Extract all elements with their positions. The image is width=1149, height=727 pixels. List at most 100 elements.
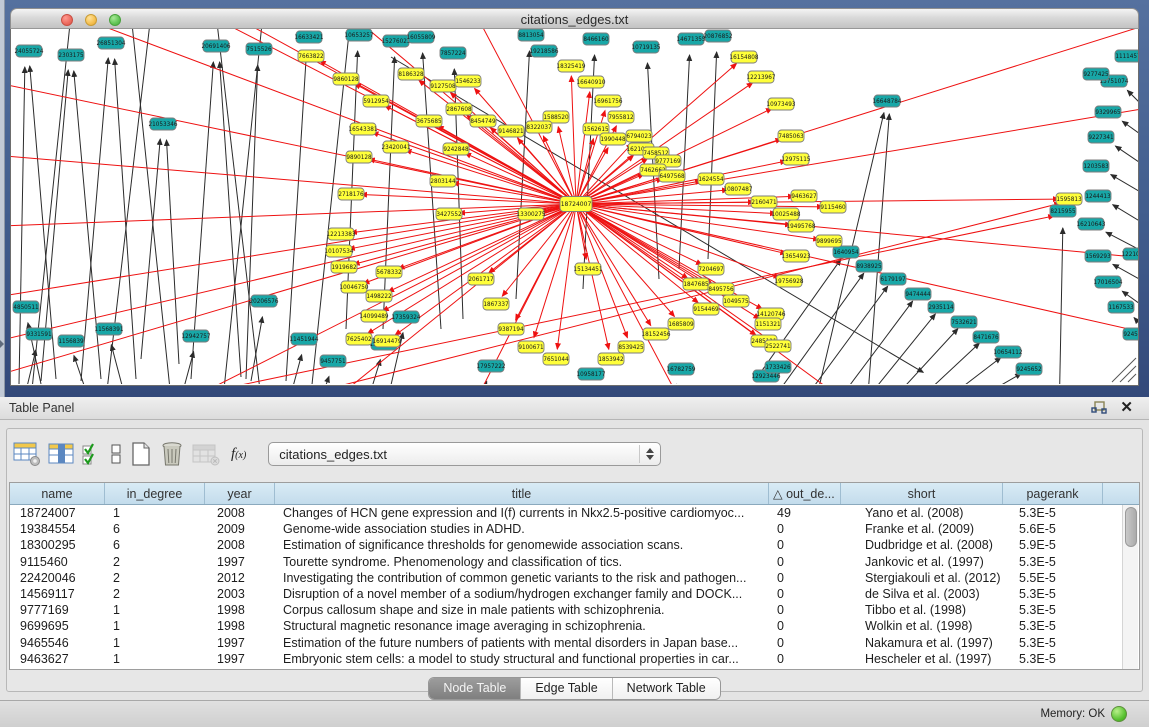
graph-node-selected[interactable]: 12213383	[327, 228, 356, 240]
scrollbar-thumb[interactable]	[1125, 507, 1137, 547]
graph-node[interactable]: 1733426	[765, 361, 791, 373]
graph-node-selected[interactable]: 23420041	[382, 141, 411, 153]
graph-node-selected[interactable]: 16154808	[730, 51, 759, 63]
graph-node-selected[interactable]: 8454749	[470, 115, 496, 127]
graph-node-selected[interactable]: 19495768	[787, 220, 816, 232]
graph-node[interactable]: 1111457	[1115, 50, 1138, 62]
graph-node[interactable]: 9227341	[1088, 131, 1114, 143]
table-row[interactable]: 946362711997Embryonic stem cells: a mode…	[10, 651, 1139, 667]
graph-node-selected[interactable]: 8495756	[708, 283, 734, 295]
graph-node-selected[interactable]: 2061717	[468, 273, 494, 285]
graph-node-selected[interactable]: 10025488	[772, 208, 801, 220]
table-row[interactable]: 1830029562008Estimation of significance …	[10, 537, 1139, 553]
network-canvas[interactable]: 2405572423031752685130420691406210533467…	[10, 29, 1139, 386]
collapsed-control-panel[interactable]	[0, 0, 5, 397]
graph-node-selected[interactable]: 9154469	[693, 303, 719, 315]
graph-node[interactable]: 17957222	[477, 360, 506, 372]
graph-node[interactable]: 20206576	[250, 295, 279, 307]
panel-expand-arrow-icon[interactable]	[0, 340, 4, 348]
graph-node-selected[interactable]: 2803144	[430, 175, 456, 187]
graph-node-selected[interactable]: 18325419	[557, 60, 586, 72]
graph-node[interactable]: 7532621	[951, 316, 977, 328]
graph-node[interactable]: 9329965	[1095, 106, 1121, 118]
graph-node[interactable]: 20876852	[704, 30, 733, 42]
graph-node-selected[interactable]: 12213967	[747, 71, 776, 83]
graph-node-selected[interactable]: 15134451	[574, 263, 603, 275]
graph-node-selected[interactable]: 9242848	[443, 143, 469, 155]
graph-node[interactable]: 24055724	[15, 45, 44, 57]
graph-node-selected[interactable]: 7663822	[298, 50, 324, 62]
graph-node-selected[interactable]: 2867608	[446, 103, 472, 115]
graph-node-selected[interactable]: 7625402	[346, 333, 372, 345]
table-source-select[interactable]: citations_edges.txt	[268, 442, 661, 466]
graph-node-selected[interactable]: 5912954	[363, 95, 389, 107]
tab-node-table[interactable]: Node Table	[429, 678, 520, 699]
row-height-icon[interactable]	[109, 440, 123, 468]
graph-node-selected[interactable]: 7485063	[778, 130, 804, 142]
graph-node[interactable]: 14671355	[677, 33, 706, 45]
graph-node-selected[interactable]: 3427552	[436, 208, 462, 220]
graph-node[interactable]: 12942757	[182, 330, 211, 342]
graph-node[interactable]: 8813054	[518, 29, 544, 41]
graph-node[interactable]: 9277425	[1083, 68, 1109, 80]
graph-node-selected[interactable]: 16640910	[577, 76, 606, 88]
graph-node[interactable]: 10958177	[577, 368, 606, 380]
graph-node-selected[interactable]: 9890128	[346, 151, 372, 163]
graph-node[interactable]: 26851304	[97, 37, 126, 49]
graph-node-selected[interactable]: 16914479	[373, 335, 402, 347]
graph-node-selected[interactable]: 1919682	[331, 261, 357, 273]
table-row[interactable]: 1938455462009Genome-wide association stu…	[10, 521, 1139, 537]
graph-node[interactable]: 10719135	[632, 41, 661, 53]
graph-node[interactable]: 21053346	[149, 118, 178, 130]
graph-node-selected[interactable]: 9127508	[430, 80, 456, 92]
graph-node[interactable]: 7857224	[440, 47, 466, 59]
graph-node-selected[interactable]: 6794023	[626, 130, 652, 142]
graph-node[interactable]: 8938925	[856, 260, 882, 272]
graph-node[interactable]: 8471676	[973, 331, 999, 343]
graph-node-selected[interactable]: 8539425	[618, 341, 644, 353]
graph-node-selected[interactable]: 9100671	[518, 341, 544, 353]
graph-node[interactable]: 16782759	[667, 363, 696, 375]
graph-node-selected[interactable]: 9860128	[333, 73, 359, 85]
close-panel-icon[interactable]: ✕	[1120, 399, 1133, 417]
new-table-icon[interactable]	[129, 440, 153, 468]
graph-node-selected[interactable]: 1624554	[698, 173, 724, 185]
graph-node-selected[interactable]: 7651044	[543, 353, 569, 365]
graph-node-selected[interactable]: 9387194	[498, 323, 524, 335]
graph-node[interactable]: 2935114	[928, 301, 954, 313]
function-builder-icon[interactable]: f(x)	[227, 440, 252, 468]
table-row[interactable]: 969969511998Structural magnetic resonanc…	[10, 618, 1139, 634]
tab-network-table[interactable]: Network Table	[612, 678, 720, 699]
window-titlebar[interactable]: citations_edges.txt	[10, 8, 1139, 29]
graph-node-selected[interactable]: 1847685	[683, 278, 709, 290]
float-panel-icon[interactable]	[1091, 401, 1107, 415]
graph-node-selected[interactable]: 2522741	[765, 340, 791, 352]
graph-node[interactable]: 17359324	[392, 311, 421, 323]
graph-node-selected[interactable]: 2160471	[751, 196, 777, 208]
graph-node-selected[interactable]: 7204697	[698, 263, 724, 275]
table-settings-icon[interactable]	[13, 440, 41, 468]
graph-node[interactable]: 9245652	[1016, 363, 1042, 375]
graph-node-selected[interactable]: 7955812	[608, 111, 634, 123]
graph-node-selected[interactable]: 14099489	[360, 310, 389, 322]
graph-node-selected[interactable]: 10807487	[724, 183, 753, 195]
graph-node[interactable]: 1167533	[1108, 301, 1134, 313]
graph-node-selected[interactable]: 9115460	[820, 201, 846, 213]
graph-node-selected[interactable]: 1990448	[600, 133, 626, 145]
graph-node[interactable]: 4850511	[13, 301, 39, 313]
graph-node-selected[interactable]: 18724007	[560, 197, 592, 212]
table-row[interactable]: 911546021997Tourette syndrome. Phenomeno…	[10, 554, 1139, 570]
graph-node-selected[interactable]: 19756928	[775, 275, 804, 287]
graph-node[interactable]: 11451944	[290, 333, 319, 345]
graph-node-selected[interactable]: 10107534	[325, 245, 354, 257]
column-header-out_de[interactable]: △ out_de...	[769, 483, 841, 504]
graph-node-selected[interactable]: 1685809	[668, 318, 694, 330]
graph-node[interactable]: 7515526	[246, 43, 272, 55]
graph-node[interactable]: 10653257	[345, 29, 374, 41]
graph-node[interactable]: 16633421	[295, 31, 324, 43]
graph-node-selected[interactable]: 8186328	[398, 68, 424, 80]
graph-node-selected[interactable]: 18152456	[642, 328, 671, 340]
graph-node[interactable]: 16055809	[407, 31, 436, 43]
graph-node-selected[interactable]: 1546233	[455, 75, 481, 87]
delete-table-icon[interactable]	[159, 440, 185, 468]
